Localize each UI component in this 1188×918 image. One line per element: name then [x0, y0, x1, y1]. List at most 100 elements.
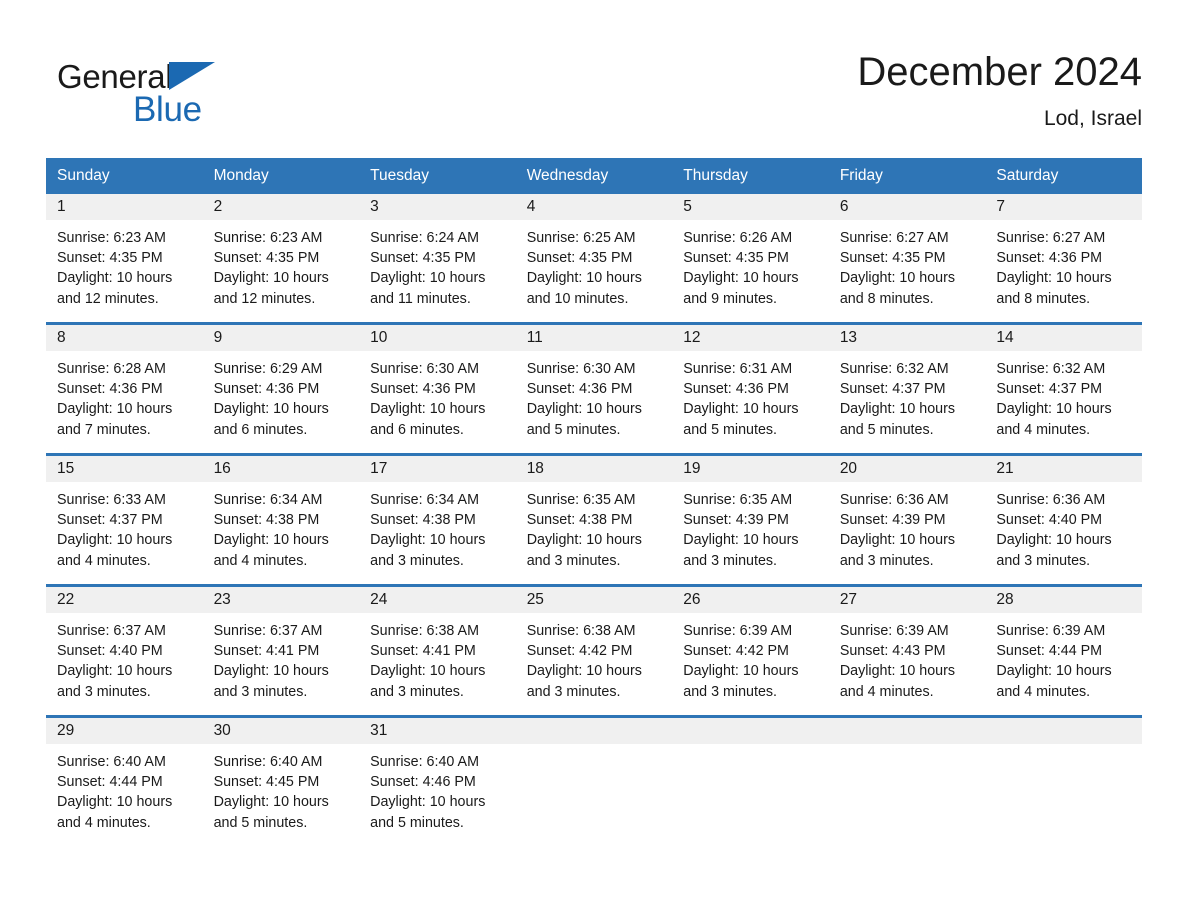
sunrise-text: Sunrise: 6:34 AM [213, 492, 323, 508]
sunset-text: Sunset: 4:36 PM [996, 250, 1103, 267]
day-cell[interactable]: 20 Sunrise: 6:36 AM Sunset: 4:39 PM Dayligh… [828, 453, 986, 586]
day-cell[interactable]: 27 Sunrise: 6:39 AM Sunset: 4:43 PM Dayligh… [828, 584, 986, 717]
sunset-text: Sunset: 4:41 PM [213, 643, 320, 660]
day-cell[interactable]: 2 Sunrise: 6:23 AM Sunset: 4:35 PM Daylight… [202, 194, 360, 324]
day-number: 11 [515, 325, 673, 351]
weekday-header-sunday: Sunday [46, 158, 203, 194]
sunset-text: Sunset: 4:38 PM [370, 512, 476, 529]
page-header: General Blue December 2024 Lod, Israel [46, 46, 1142, 150]
sunset-text: Sunset: 4:35 PM [839, 250, 946, 267]
day-details: Sunrise: 6:35 AM Sunset: 4:38 PM Daylight:… [516, 482, 673, 571]
day-cell[interactable]: 7 Sunrise: 6:27 AM Sunset: 4:36 PM Daylight… [985, 194, 1142, 324]
day-number: 4 [515, 194, 673, 220]
day-details: Sunrise: 6:38 AM Sunset: 4:41 PM Daylight:… [359, 613, 516, 702]
day-number: 5 [672, 194, 829, 220]
day-cell[interactable]: 11 Sunrise: 6:30 AM Sunset: 4:36 PM Dayligh… [515, 322, 673, 455]
day-cell[interactable]: 13 Sunrise: 6:32 AM Sunset: 4:37 PM Dayligh… [828, 322, 986, 455]
day-cell[interactable]: 15 Sunrise: 6:33 AM Sunset: 4:37 PM Dayligh… [46, 453, 203, 586]
sunrise-text: Sunrise: 6:38 AM [370, 623, 479, 639]
day-cell[interactable]: 4 Sunrise: 6:25 AM Sunset: 4:35 PM Daylight… [515, 194, 673, 324]
sunrise-text: Sunrise: 6:35 AM [526, 492, 636, 508]
day-cell[interactable]: 22 Sunrise: 6:37 AM Sunset: 4:40 PM Dayligh… [46, 584, 203, 717]
day-details: Sunrise: 6:40 AM Sunset: 4:46 PM Daylight:… [359, 744, 516, 833]
daylight-text: Daylight: 10 hours and 9 minutes. [683, 270, 799, 307]
daylight-text: Daylight: 10 hours and 11 minutes. [370, 270, 486, 307]
day-details: Sunrise: 6:28 AM Sunset: 4:36 PM Daylight:… [46, 351, 203, 440]
day-details: Sunrise: 6:37 AM Sunset: 4:40 PM Daylight:… [46, 613, 203, 702]
sunrise-text: Sunrise: 6:39 AM [839, 623, 949, 639]
day-cell[interactable]: 21 Sunrise: 6:36 AM Sunset: 4:40 PM Dayligh… [985, 453, 1142, 586]
day-cell[interactable]: 19 Sunrise: 6:35 AM Sunset: 4:39 PM Dayligh… [672, 453, 829, 586]
daylight-text: Daylight: 10 hours and 12 minutes. [213, 270, 329, 307]
day-number: 16 [202, 456, 360, 482]
day-number: 6 [828, 194, 986, 220]
sunrise-text: Sunrise: 6:28 AM [57, 361, 166, 377]
day-number: 18 [515, 456, 673, 482]
sunrise-text: Sunrise: 6:30 AM [526, 361, 636, 377]
day-details: Sunrise: 6:24 AM Sunset: 4:35 PM Daylight:… [359, 220, 516, 309]
day-cell[interactable]: 14 Sunrise: 6:32 AM Sunset: 4:37 PM Dayligh… [985, 322, 1142, 455]
day-cell-empty [515, 715, 673, 846]
sunset-text: Sunset: 4:38 PM [213, 512, 320, 529]
day-number: 10 [359, 325, 516, 351]
day-details: Sunrise: 6:32 AM Sunset: 4:37 PM Daylight:… [985, 351, 1142, 440]
day-cell[interactable]: 3 Sunrise: 6:24 AM Sunset: 4:35 PM Daylight… [359, 194, 516, 324]
generalblue-logo[interactable]: General Blue [57, 58, 317, 134]
sunset-text: Sunset: 4:36 PM [370, 381, 476, 398]
sunset-text: Sunset: 4:44 PM [57, 774, 163, 791]
sunset-text: Sunset: 4:36 PM [57, 381, 163, 398]
day-number: 25 [515, 587, 673, 613]
day-cell[interactable]: 23 Sunrise: 6:37 AM Sunset: 4:41 PM Dayligh… [202, 584, 360, 717]
day-cell[interactable]: 6 Sunrise: 6:27 AM Sunset: 4:35 PM Daylight… [828, 194, 986, 324]
day-cell[interactable]: 5 Sunrise: 6:26 AM Sunset: 4:35 PM Daylight… [672, 194, 829, 324]
day-cell[interactable]: 26 Sunrise: 6:39 AM Sunset: 4:42 PM Dayligh… [672, 584, 829, 717]
sunrise-text: Sunrise: 6:32 AM [839, 361, 949, 377]
sunset-text: Sunset: 4:45 PM [213, 774, 320, 791]
day-details: Sunrise: 6:32 AM Sunset: 4:37 PM Daylight:… [829, 351, 986, 440]
sunset-text: Sunset: 4:39 PM [683, 512, 789, 529]
daylight-text: Daylight: 10 hours and 4 minutes. [839, 663, 956, 700]
day-cell[interactable]: 8 Sunrise: 6:28 AM Sunset: 4:36 PM Daylight… [46, 322, 203, 455]
weekday-header-tuesday: Tuesday [359, 158, 516, 194]
day-number: 26 [672, 587, 829, 613]
sunset-text: Sunset: 4:43 PM [839, 643, 946, 660]
day-cell[interactable]: 17 Sunrise: 6:34 AM Sunset: 4:38 PM Dayligh… [359, 453, 516, 586]
day-cell[interactable]: 18 Sunrise: 6:35 AM Sunset: 4:38 PM Dayligh… [515, 453, 673, 586]
sunset-text: Sunset: 4:35 PM [213, 250, 320, 267]
day-number [985, 718, 1142, 744]
daylight-text: Daylight: 10 hours and 3 minutes. [526, 532, 642, 569]
day-cell[interactable]: 12 Sunrise: 6:31 AM Sunset: 4:36 PM Dayligh… [672, 322, 829, 455]
sunset-text: Sunset: 4:42 PM [526, 643, 633, 660]
day-cell[interactable]: 29 Sunrise: 6:40 AM Sunset: 4:44 PM Dayligh… [46, 715, 203, 846]
day-cell[interactable]: 24 Sunrise: 6:38 AM Sunset: 4:41 PM Dayligh… [359, 584, 516, 717]
day-number: 1 [46, 194, 203, 220]
sunrise-text: Sunrise: 6:25 AM [526, 230, 636, 246]
day-cell[interactable]: 25 Sunrise: 6:38 AM Sunset: 4:42 PM Dayligh… [515, 584, 673, 717]
day-cell[interactable]: 16 Sunrise: 6:34 AM Sunset: 4:38 PM Dayligh… [202, 453, 360, 586]
day-number: 30 [202, 718, 360, 744]
day-number: 7 [985, 194, 1142, 220]
day-cell[interactable]: 1 Sunrise: 6:23 AM Sunset: 4:35 PM Daylight… [46, 194, 203, 324]
daylight-text: Daylight: 10 hours and 4 minutes. [996, 663, 1112, 700]
day-cell[interactable]: 10 Sunrise: 6:30 AM Sunset: 4:36 PM Dayligh… [359, 322, 516, 455]
daylight-text: Daylight: 10 hours and 4 minutes. [57, 794, 173, 831]
day-details [985, 744, 1142, 752]
day-number: 22 [46, 587, 203, 613]
sunrise-text: Sunrise: 6:23 AM [57, 230, 166, 246]
day-details: Sunrise: 6:36 AM Sunset: 4:39 PM Daylight:… [829, 482, 986, 571]
day-details: Sunrise: 6:23 AM Sunset: 4:35 PM Daylight:… [46, 220, 203, 309]
day-cell[interactable]: 9 Sunrise: 6:29 AM Sunset: 4:36 PM Daylight… [202, 322, 360, 455]
daylight-text: Daylight: 10 hours and 6 minutes. [213, 401, 329, 438]
day-details: Sunrise: 6:27 AM Sunset: 4:35 PM Daylight:… [829, 220, 986, 309]
daylight-text: Daylight: 10 hours and 3 minutes. [839, 532, 956, 569]
day-cell[interactable]: 31 Sunrise: 6:40 AM Sunset: 4:46 PM Dayligh… [359, 715, 516, 846]
day-cell[interactable]: 28 Sunrise: 6:39 AM Sunset: 4:44 PM Dayligh… [985, 584, 1142, 717]
day-number: 9 [202, 325, 360, 351]
sunrise-text: Sunrise: 6:37 AM [57, 623, 166, 639]
day-number: 21 [985, 456, 1142, 482]
sunset-text: Sunset: 4:37 PM [996, 381, 1103, 398]
day-cell[interactable]: 30 Sunrise: 6:40 AM Sunset: 4:45 PM Dayligh… [202, 715, 360, 846]
sunrise-text: Sunrise: 6:38 AM [526, 623, 636, 639]
day-details: Sunrise: 6:33 AM Sunset: 4:37 PM Daylight:… [46, 482, 203, 571]
daylight-text: Daylight: 10 hours and 12 minutes. [57, 270, 173, 307]
